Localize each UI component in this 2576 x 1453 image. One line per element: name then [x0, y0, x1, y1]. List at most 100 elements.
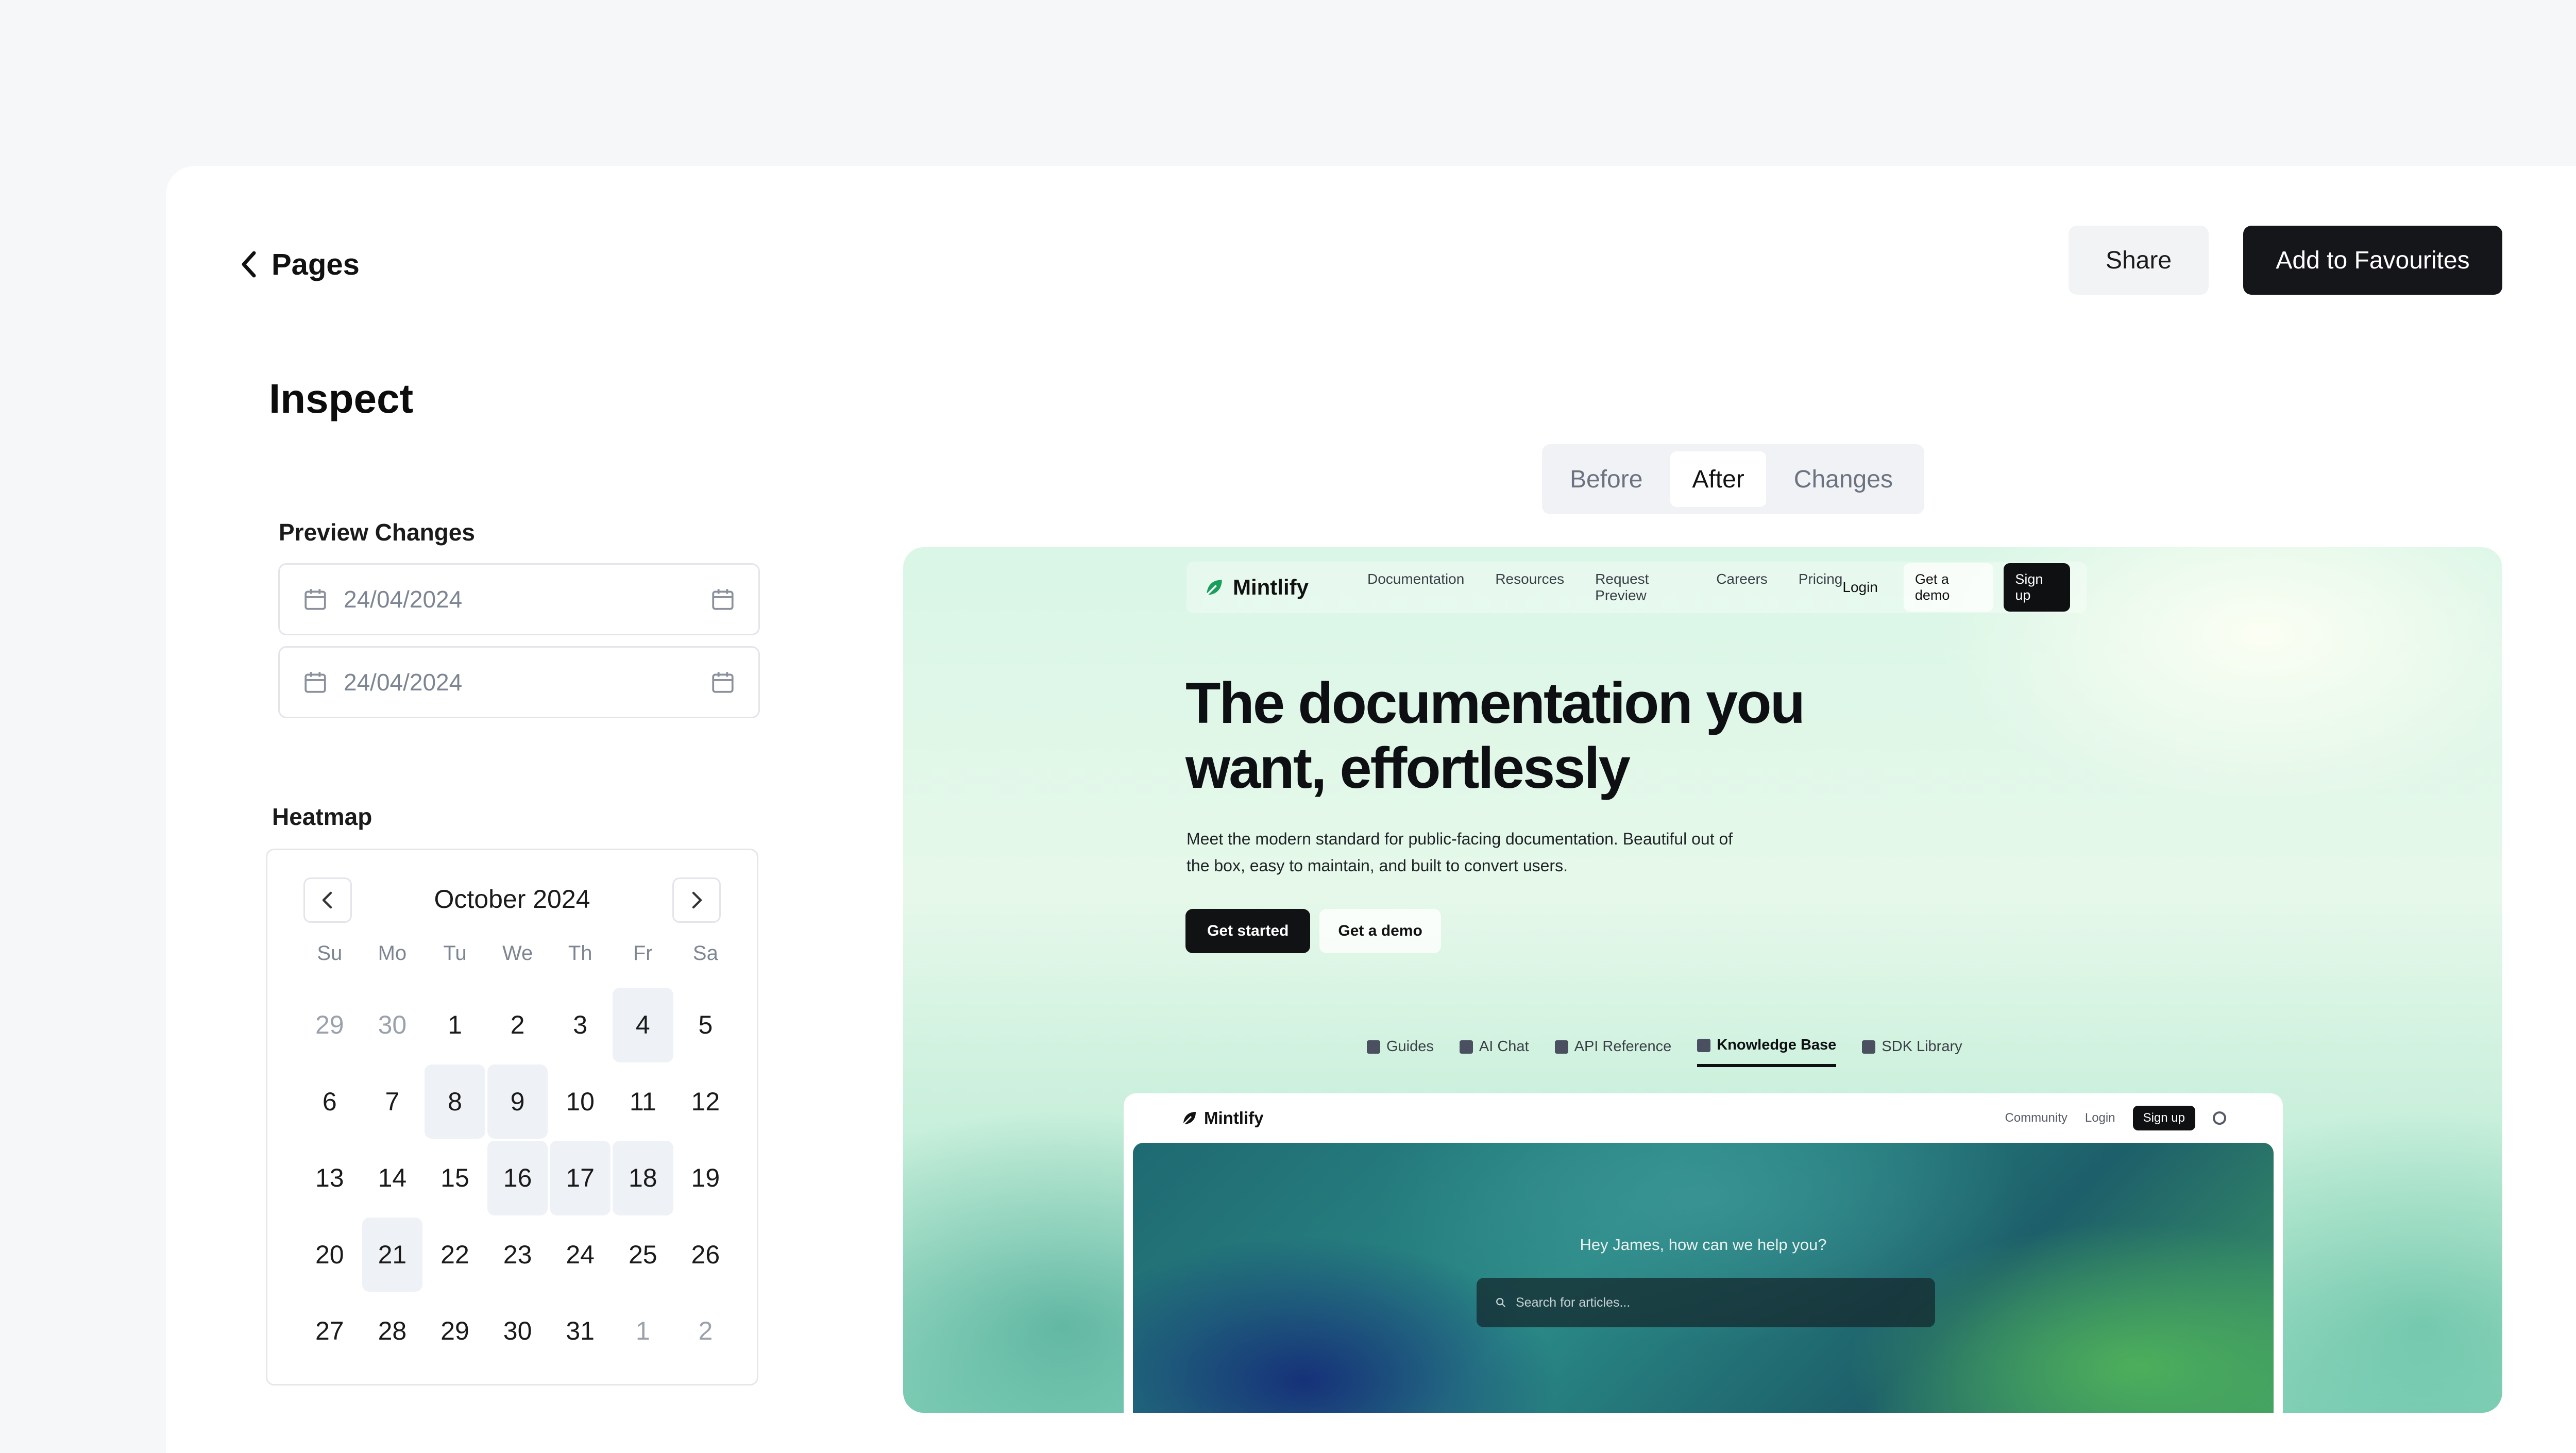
calendar-day[interactable]: 12 [675, 1065, 736, 1139]
next-month-button[interactable] [672, 877, 721, 923]
inner-logo[interactable]: Mintlify [1180, 1108, 1263, 1128]
calendar-day[interactable]: 30 [362, 988, 423, 1062]
calendar-day[interactable]: 9 [487, 1064, 548, 1139]
calendar-day[interactable]: 1 [425, 988, 485, 1062]
date-end-field[interactable]: 24/04/2024 [278, 646, 760, 718]
calendar-day[interactable]: 14 [362, 1141, 423, 1215]
preview-tab-label: AI Chat [1479, 1038, 1529, 1055]
preview-nav-link[interactable]: Resources [1495, 571, 1564, 604]
calendar-day[interactable]: 7 [362, 1065, 423, 1139]
calendar-day[interactable]: 6 [299, 1065, 360, 1139]
tab-icon [1862, 1040, 1876, 1054]
calendar-day[interactable]: 30 [487, 1294, 548, 1368]
calendar-day[interactable]: 25 [613, 1218, 673, 1292]
tab-icon [1697, 1038, 1711, 1052]
calendar-day[interactable]: 31 [550, 1294, 611, 1368]
preview-logo[interactable]: Mintlify [1203, 575, 1309, 600]
calendar-day[interactable]: 16 [487, 1141, 548, 1215]
inner-search-placeholder: Search for articles... [1516, 1295, 1631, 1310]
preview-tab[interactable]: Guides [1367, 1037, 1434, 1067]
theme-toggle-icon[interactable] [2213, 1111, 2226, 1125]
calendar-picker-icon[interactable] [710, 669, 736, 695]
calendar-day[interactable]: 23 [487, 1218, 548, 1292]
view-toggle-before[interactable]: Before [1548, 451, 1664, 507]
share-button[interactable]: Share [2069, 226, 2209, 295]
date-end-value: 24/04/2024 [344, 669, 463, 696]
preview-signup-button[interactable]: Sign up [2004, 563, 2070, 612]
preview-feature-tabs: Guides AI Chat API Reference Knowledge Base… [1367, 1037, 1962, 1067]
weekday-header: Su Mo Tu We Th Fr Sa [298, 942, 737, 965]
calendar-day-grid: 29 30 1 2 3 4 5 6 7 8 9 10 11 12 13 14 15 16 17 18 19 20 21 22 2… [298, 987, 737, 1370]
weekday-label: Su [317, 942, 343, 965]
view-toggle-changes[interactable]: Changes [1772, 451, 1914, 507]
weekday-label: We [502, 942, 533, 965]
calendar-day[interactable]: 19 [675, 1141, 736, 1215]
calendar-day[interactable]: 24 [550, 1218, 611, 1292]
calendar-day[interactable]: 22 [425, 1218, 485, 1292]
calendar-day[interactable]: 1 [613, 1294, 673, 1368]
calendar-day[interactable]: 13 [299, 1141, 360, 1215]
preview-tab-label: Knowledge Base [1717, 1037, 1837, 1053]
hero-subtitle-line-2: the box, easy to maintain, and built to … [1187, 856, 1568, 875]
preview-get-started-button[interactable]: Get started [1185, 909, 1311, 953]
calendar-day[interactable]: 2 [487, 988, 548, 1062]
chevron-left-icon [242, 251, 256, 278]
preview-brand: Mintlify [1233, 575, 1309, 599]
calendar-day[interactable]: 20 [299, 1218, 360, 1292]
calendar-day[interactable]: 21 [362, 1217, 423, 1292]
preview-tab-label: API Reference [1574, 1038, 1672, 1055]
inner-signup-button[interactable]: Sign up [2132, 1106, 2195, 1130]
view-toggle: Before After Changes [1542, 444, 1924, 514]
preview-tab[interactable]: Knowledge Base [1697, 1037, 1837, 1067]
preview-nav-link[interactable]: Pricing [1799, 571, 1843, 604]
weekday-label: Tu [443, 942, 467, 965]
calendar-day[interactable]: 4 [612, 988, 673, 1062]
date-start-field[interactable]: 24/04/2024 [278, 563, 760, 635]
inner-login-link[interactable]: Login [2085, 1111, 2115, 1125]
mintlify-leaf-icon [1206, 580, 1222, 596]
preview-login-link[interactable]: Login [1842, 579, 1878, 596]
calendar-day[interactable]: 29 [425, 1294, 485, 1368]
inner-search-input[interactable]: Search for articles... [1477, 1278, 1935, 1327]
preview-tab-label: SDK Library [1882, 1038, 1962, 1055]
calendar-day[interactable]: 29 [299, 988, 360, 1062]
preview-hero-demo-button[interactable]: Get a demo [1319, 909, 1441, 953]
calendar-day[interactable]: 27 [299, 1294, 360, 1368]
preview-hero-title: The documentation you want, effortlessly [1185, 671, 1907, 801]
date-start-value: 24/04/2024 [344, 586, 463, 613]
calendar-day[interactable]: 15 [425, 1141, 485, 1215]
preview-tab[interactable]: API Reference [1554, 1037, 1672, 1067]
preview-nav-links: Documentation Resources Request Preview Car… [1367, 571, 1842, 604]
calendar-day[interactable]: 3 [550, 988, 611, 1062]
calendar-day[interactable]: 28 [362, 1294, 423, 1368]
calendar-picker-icon[interactable] [710, 586, 736, 612]
calendar-day[interactable]: 8 [425, 1064, 485, 1139]
add-to-favourites-button[interactable]: Add to Favourites [2243, 226, 2502, 295]
chevron-right-icon [692, 891, 702, 909]
preview-changes-label: Preview Changes [279, 519, 475, 546]
calendar-day[interactable]: 18 [612, 1141, 673, 1215]
preview-nav-link[interactable]: Careers [1716, 571, 1768, 604]
calendar-icon [304, 672, 326, 693]
weekday-label: Sa [692, 942, 718, 965]
preview-tab[interactable]: AI Chat [1459, 1037, 1529, 1067]
calendar-day[interactable]: 10 [550, 1065, 611, 1139]
preview-tab[interactable]: SDK Library [1862, 1037, 1962, 1067]
calendar-day[interactable]: 26 [675, 1218, 736, 1292]
calendar-day[interactable]: 5 [675, 988, 736, 1062]
calendar-day[interactable]: 11 [613, 1065, 673, 1139]
calendar-day[interactable]: 2 [675, 1294, 736, 1368]
preview-nav-link[interactable]: Request Preview [1595, 571, 1685, 604]
preview-hero-subtitle: Meet the modern standard for public-faci… [1187, 825, 1805, 879]
inner-brand: Mintlify [1204, 1108, 1264, 1127]
view-toggle-after[interactable]: After [1670, 451, 1766, 507]
preview-nav-link[interactable]: Documentation [1367, 571, 1464, 604]
weekday-label: Fr [633, 942, 653, 965]
preview-get-demo-button[interactable]: Get a demo [1903, 563, 1994, 612]
hero-title-line-2: want, effortlessly [1185, 736, 1631, 800]
preview-inner-window: Mintlify Community Login Sign up Hey Jam… [1124, 1093, 2283, 1413]
calendar-day[interactable]: 17 [550, 1141, 611, 1215]
inner-community-link[interactable]: Community [2005, 1111, 2067, 1125]
mintlify-leaf-icon [1182, 1112, 1196, 1125]
back-to-pages-link[interactable]: Pages [240, 246, 360, 282]
